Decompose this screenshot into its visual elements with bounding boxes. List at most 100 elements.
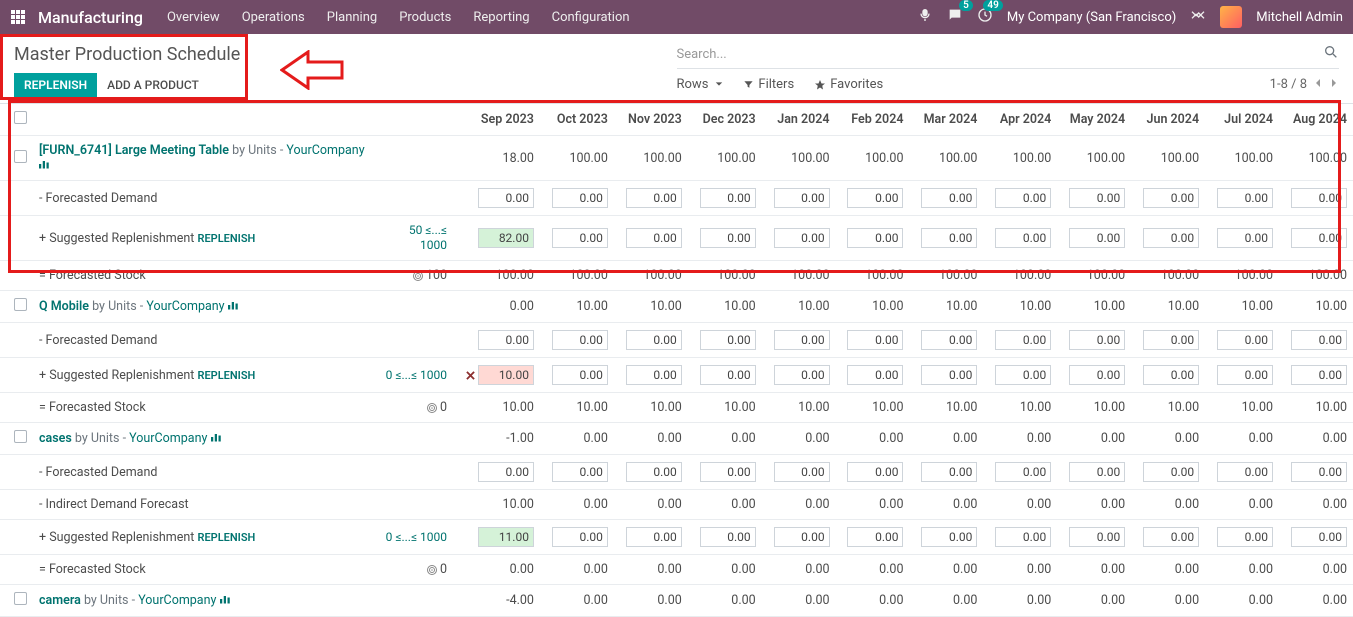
cell-input[interactable] [1217, 462, 1273, 482]
cell-input[interactable] [995, 365, 1051, 385]
chat-icon[interactable]: 5 [947, 7, 963, 27]
cell-input[interactable] [1291, 228, 1347, 248]
cell-input[interactable] [1069, 228, 1125, 248]
cell-input[interactable] [1291, 188, 1347, 208]
activity-icon[interactable]: 49 [977, 7, 993, 27]
cell-input[interactable] [1143, 527, 1199, 547]
rows-dropdown[interactable]: Rows [677, 77, 724, 92]
cell-input[interactable] [478, 462, 534, 482]
select-all-checkbox[interactable] [14, 111, 27, 124]
cell-input[interactable] [1069, 462, 1125, 482]
cell-input[interactable] [1217, 330, 1273, 350]
cell-input[interactable] [774, 228, 830, 248]
chart-icon[interactable] [211, 431, 223, 446]
nav-configuration[interactable]: Configuration [552, 10, 630, 25]
cell-input[interactable] [995, 188, 1051, 208]
cell-input[interactable] [700, 330, 756, 350]
chart-icon[interactable] [39, 158, 51, 173]
cell-input[interactable] [626, 462, 682, 482]
cell-input[interactable] [700, 365, 756, 385]
cell-input[interactable] [1291, 527, 1347, 547]
cell-input[interactable] [921, 462, 977, 482]
cell-input[interactable] [552, 188, 608, 208]
nav-overview[interactable]: Overview [167, 10, 220, 25]
cell-input[interactable] [1217, 188, 1273, 208]
cell-input[interactable] [626, 188, 682, 208]
settings-icon[interactable] [1190, 7, 1206, 27]
cell-input[interactable] [774, 462, 830, 482]
cell-input[interactable] [626, 228, 682, 248]
cell-input[interactable] [552, 462, 608, 482]
cell-input[interactable] [1217, 365, 1273, 385]
add-product-button[interactable]: ADD A PRODUCT [107, 78, 199, 92]
cell-input[interactable] [774, 330, 830, 350]
chart-icon[interactable] [220, 593, 232, 608]
cell-input[interactable] [1069, 527, 1125, 547]
cell-input[interactable] [552, 330, 608, 350]
cell-input[interactable] [478, 188, 534, 208]
cell-input[interactable] [478, 527, 534, 547]
cell-input[interactable] [1143, 365, 1199, 385]
product-link[interactable]: cases [39, 431, 72, 446]
nav-planning[interactable]: Planning [327, 10, 377, 25]
cell-input[interactable] [700, 228, 756, 248]
product-link[interactable]: Q Mobile [39, 299, 89, 314]
minmax-link[interactable]: 0 ≤...≤ 1000 [386, 530, 447, 544]
nav-products[interactable]: Products [399, 10, 451, 25]
product-link[interactable]: [FURN_6741] Large Meeting Table [39, 143, 229, 158]
company-link[interactable]: YourCompany [138, 593, 216, 608]
cell-input[interactable] [700, 188, 756, 208]
filters-dropdown[interactable]: Filters [743, 77, 794, 92]
cell-input[interactable] [921, 188, 977, 208]
cell-input[interactable] [847, 228, 903, 248]
company-link[interactable]: YourCompany [129, 431, 207, 446]
search-icon[interactable] [1323, 44, 1339, 64]
cell-input[interactable] [700, 527, 756, 547]
cell-input[interactable] [847, 188, 903, 208]
minmax-link[interactable]: 50 ≤...≤ 1000 [409, 223, 447, 252]
cell-input[interactable] [1291, 365, 1347, 385]
pager-prev[interactable] [1313, 77, 1323, 92]
cell-input[interactable] [995, 330, 1051, 350]
avatar[interactable] [1220, 6, 1242, 28]
favorites-dropdown[interactable]: Favorites [814, 77, 883, 92]
pager-next[interactable] [1329, 77, 1339, 92]
cell-input[interactable] [700, 462, 756, 482]
cell-input[interactable] [1069, 188, 1125, 208]
cell-input[interactable] [552, 228, 608, 248]
cell-input[interactable] [995, 462, 1051, 482]
cell-input[interactable] [921, 330, 977, 350]
cell-input[interactable] [626, 527, 682, 547]
chart-icon[interactable] [228, 299, 240, 314]
minmax-link[interactable]: 0 ≤...≤ 1000 [386, 368, 447, 382]
cell-input[interactable] [1217, 527, 1273, 547]
cell-input[interactable] [626, 330, 682, 350]
cell-input[interactable] [774, 527, 830, 547]
replenish-inline[interactable]: REPLENISH [197, 369, 255, 382]
cell-input[interactable] [1143, 228, 1199, 248]
x-icon[interactable] [466, 368, 478, 383]
cell-input[interactable] [847, 365, 903, 385]
cell-input[interactable] [1143, 462, 1199, 482]
cell-input[interactable] [478, 330, 534, 350]
replenish-inline[interactable]: REPLENISH [197, 531, 255, 544]
cell-input[interactable] [552, 527, 608, 547]
apps-icon[interactable] [10, 9, 26, 25]
company-link[interactable]: YourCompany [286, 143, 364, 158]
cell-input[interactable] [552, 365, 608, 385]
cell-input[interactable] [847, 462, 903, 482]
row-checkbox[interactable] [14, 430, 27, 443]
cell-input[interactable] [774, 188, 830, 208]
cell-input[interactable] [921, 365, 977, 385]
search-input[interactable] [677, 47, 1324, 62]
cell-input[interactable] [1069, 330, 1125, 350]
cell-input[interactable] [847, 330, 903, 350]
nav-operations[interactable]: Operations [242, 10, 305, 25]
cell-input[interactable] [478, 228, 534, 248]
cell-input[interactable] [774, 365, 830, 385]
product-link[interactable]: camera [39, 593, 81, 608]
row-checkbox[interactable] [14, 150, 27, 163]
cell-input[interactable] [1069, 365, 1125, 385]
company-switcher[interactable]: My Company (San Francisco) [1007, 10, 1176, 25]
company-link[interactable]: YourCompany [146, 299, 224, 314]
